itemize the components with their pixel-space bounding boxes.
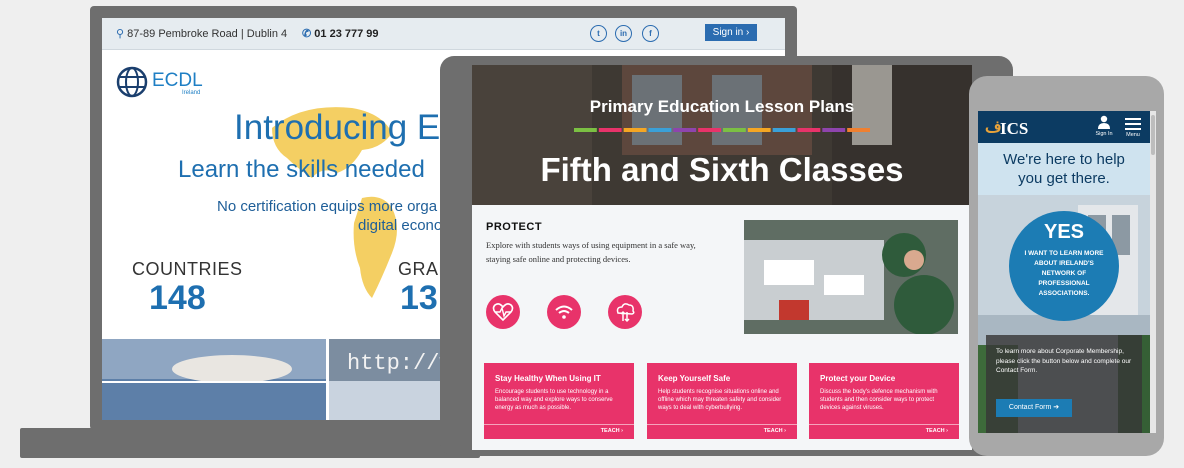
contact-form-button[interactable]: Contact Form ➔ [996,399,1072,417]
membership-text: To learn more about Corporate Membership… [996,348,1132,374]
protect-section: PROTECT Explore with students ways of us… [472,205,972,450]
stripe-segment [847,128,870,132]
ics-logo[interactable]: ICS [1000,119,1028,139]
card-keep-safe[interactable]: Keep Yourself Safe Help students recogni… [647,363,797,439]
hamburger-icon [1125,118,1141,120]
protect-title: PROTECT [486,221,543,233]
scrollbar-thumb[interactable] [1151,115,1155,155]
card-stay-healthy[interactable]: Stay Healthy When Using IT Encourage stu… [484,363,634,439]
user-icon [1098,115,1110,129]
menu-label: Menu [1126,132,1140,138]
classes-title: Fifth and Sixth Classes [540,151,904,188]
logo-brand: ECDL [152,70,203,91]
stripe-segment [623,128,647,132]
phone-text: 01 23 777 99 [314,28,379,40]
stripe-segment [698,128,721,132]
address: ⚲ 87-89 Pembroke Road | Dublin 4 [116,27,287,40]
stripe-segment [797,128,821,132]
card-title: Keep Yourself Safe [658,374,731,383]
hero-subtitle: Learn the skills needed [178,156,425,183]
facebook-icon[interactable]: f [642,25,659,42]
protect-description: Explore with students ways of using equi… [486,240,696,264]
stripe-segment [598,128,622,132]
hamburger-icon-bar [1125,123,1141,125]
membership-overlay: To learn more about Corporate Membership… [986,335,1142,433]
heart-monitor-icon[interactable] [486,295,520,329]
lesson-plans-heading: Primary Education Lesson Plans [589,97,855,116]
stripe-segment [574,128,597,132]
sign-in-label: Sign In [1095,131,1113,137]
card-body: Help students recognise situations onlin… [658,389,782,411]
stripe-segment [822,128,846,132]
cloud-transfer-icon[interactable] [608,295,642,329]
twitter-icon[interactable]: t [590,25,607,42]
address-text: 87-89 Pembroke Road | Dublin 4 [127,28,288,40]
phone-header: ف ICS Sign In Menu [978,111,1150,143]
sign-in-button[interactable]: Sign in › [705,24,757,41]
card-footer: TEACH › [647,424,797,440]
laptop-base [20,428,480,458]
yes-description: I WANT TO LEARN MORE ABOUT IRELAND'S NET… [1024,250,1104,297]
students-photo [744,220,958,334]
hero-title: Introducing E [234,108,441,147]
hero-body-line: digital econo [358,217,443,234]
contact-topbar: ⚲ 87-89 Pembroke Road | Dublin 4 ✆ 01 23… [102,18,785,50]
sign-in-button[interactable]: Sign In [1094,115,1114,141]
card-protect-device[interactable]: Protect your Device Discuss the body's d… [809,363,959,439]
stripe-segment [673,128,697,132]
colour-stripe [574,128,870,132]
linkedin-icon[interactable]: in [615,25,632,42]
hero-body-line: No certification equips more orga [217,198,438,215]
phone-number[interactable]: ✆ 01 23 777 99 [302,27,379,40]
tablet-screen: Primary Education Lesson Plans Fifth and… [472,65,972,450]
stripe-segment [723,128,746,132]
teach-link[interactable]: TEACH › [764,428,786,434]
stripe-segment [747,128,771,132]
card-body: Discuss the body's defence mechanism wit… [820,389,938,411]
stat-value: 13 [400,279,438,317]
phone-scrollbar[interactable] [1150,111,1156,433]
menu-button[interactable]: Menu [1124,116,1142,140]
teach-link[interactable]: TEACH › [926,428,948,434]
stripe-segment [772,128,796,132]
card-body: Encourage students to use technology in … [495,389,613,411]
teach-link[interactable]: TEACH › [601,428,623,434]
phone-icon: ✆ [302,28,312,40]
yes-learn-more-button[interactable]: YES I WANT TO LEARN MORE ABOUT IRELAND'S… [1009,211,1119,321]
tagline-line: you get there. [1018,170,1110,187]
stripe-segment [648,128,672,132]
logo-subtitle: Ireland [182,90,201,96]
card-title: Stay Healthy When Using IT [495,374,601,383]
card-title: Protect your Device [820,374,896,383]
stat-label: COUNTRIES [132,259,243,279]
map-pin-icon: ⚲ [116,28,125,40]
hamburger-icon-bar [1125,128,1141,130]
tagline-line: We're here to help [1003,151,1125,168]
yes-heading: YES [1043,221,1085,243]
stat-value: 148 [149,279,206,317]
card-footer: TEACH › [809,424,959,440]
wifi-icon[interactable] [547,295,581,329]
phone-screen: ف ICS Sign In Menu We're here to help yo… [978,111,1150,433]
globe-logo-icon [116,66,148,98]
card-footer: TEACH › [484,424,634,440]
